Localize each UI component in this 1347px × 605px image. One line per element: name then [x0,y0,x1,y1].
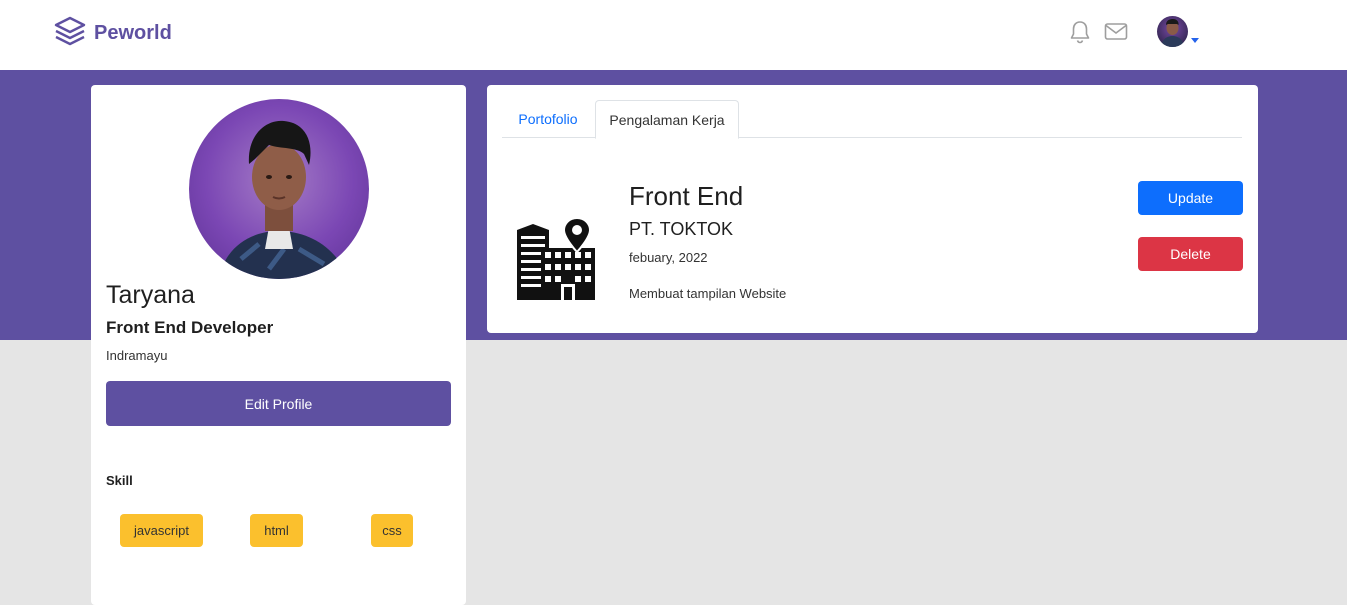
update-button[interactable]: Update [1138,181,1243,215]
experience-date: febuary, 2022 [629,250,708,265]
delete-button[interactable]: Delete [1138,237,1243,271]
company-building-icon [515,216,595,307]
profile-card: Taryana Front End Developer Indramayu Ed… [91,85,466,605]
experience-position: Front End [629,181,744,211]
experience-description: Membuat tampilan Website [629,286,787,301]
tab-work-experience[interactable]: Pengalaman Kerja [595,100,739,139]
user-avatar[interactable] [1157,16,1188,47]
bell-icon[interactable] [1069,20,1091,49]
brand-logo[interactable]: Peworld [54,15,172,52]
skill-badge: html [250,514,303,547]
experience-company: PT. TOKTOK [629,219,734,239]
layers-logo-icon [54,15,86,52]
mail-icon[interactable] [1104,22,1128,47]
experience-card: Portofolio Pengalaman Kerja Front End PT… [487,85,1258,333]
profile-job-title: Front End Developer [106,318,274,337]
brand-name: Peworld [94,22,172,44]
profile-location: Indramayu [106,348,168,363]
top-navbar: Peworld [0,0,1347,70]
chevron-down-icon[interactable] [1191,38,1199,43]
tab-bar: Portofolio Pengalaman Kerja [502,100,1242,139]
tab-portfolio[interactable]: Portofolio [502,100,594,137]
skill-badge: javascript [120,514,203,547]
profile-name: Taryana [106,281,195,309]
skill-heading: Skill [106,473,133,488]
profile-photo [189,99,369,279]
skill-badge: css [371,514,413,547]
edit-profile-button[interactable]: Edit Profile [106,381,451,426]
